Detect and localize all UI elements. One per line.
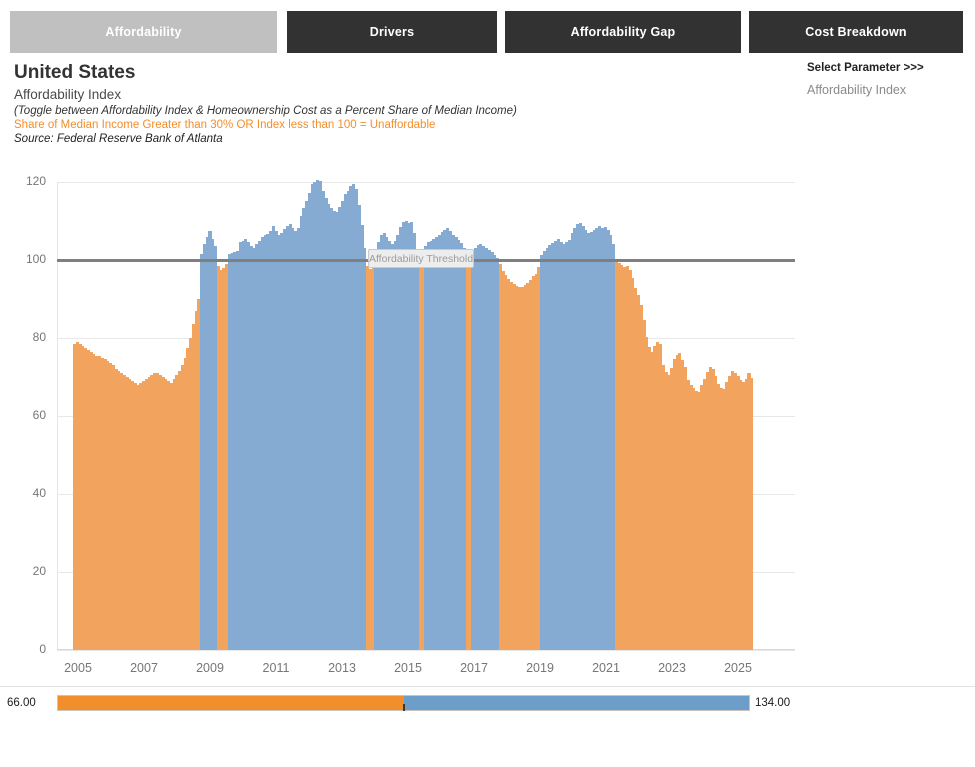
y-axis-line bbox=[57, 182, 58, 650]
x-tick-label: 2013 bbox=[320, 661, 364, 675]
legend-divider bbox=[0, 686, 975, 687]
y-tick-label: 80 bbox=[8, 330, 46, 344]
legend-midpoint-tick bbox=[403, 704, 405, 711]
tab-drivers[interactable]: Drivers bbox=[287, 11, 497, 53]
tab-label: Cost Breakdown bbox=[805, 25, 906, 39]
x-tick-label: 2025 bbox=[716, 661, 760, 675]
affordability-chart: Affordability Threshold bbox=[57, 182, 795, 650]
x-tick-label: 2011 bbox=[254, 661, 298, 675]
x-tick-label: 2017 bbox=[452, 661, 496, 675]
tab-cost-breakdown[interactable]: Cost Breakdown bbox=[749, 11, 963, 53]
parameter-value-dropdown[interactable]: Affordability Index bbox=[807, 83, 967, 97]
tab-label: Affordability Gap bbox=[571, 25, 676, 39]
parameter-panel: Select Parameter >>> Affordability Index bbox=[807, 62, 967, 97]
legend-min-value: 66.00 bbox=[7, 697, 36, 709]
y-tick-label: 60 bbox=[8, 408, 46, 422]
tab-affordability-gap[interactable]: Affordability Gap bbox=[505, 11, 741, 53]
threshold-tooltip: Affordability Threshold bbox=[368, 249, 474, 268]
x-tick-label: 2019 bbox=[518, 661, 562, 675]
source-note: Source: Federal Reserve Bank of Atlanta bbox=[14, 133, 614, 145]
legend-high-segment bbox=[404, 696, 750, 710]
x-tick-label: 2005 bbox=[56, 661, 100, 675]
x-tick-label: 2015 bbox=[386, 661, 430, 675]
y-tick-label: 120 bbox=[8, 174, 46, 188]
toggle-note: (Toggle between Affordability Index & Ho… bbox=[14, 105, 614, 117]
legend-low-segment bbox=[58, 696, 404, 710]
y-tick-label: 0 bbox=[8, 642, 46, 656]
x-tick-label: 2021 bbox=[584, 661, 628, 675]
tab-label: Drivers bbox=[370, 25, 415, 39]
page-title: United States bbox=[14, 62, 614, 84]
chart-subtitle: Affordability Index bbox=[14, 87, 614, 102]
bar[interactable] bbox=[750, 378, 753, 650]
tab-label: Affordability bbox=[105, 25, 181, 39]
unaffordable-note: Share of Median Income Greater than 30% … bbox=[14, 119, 614, 131]
select-parameter-label: Select Parameter >>> bbox=[807, 62, 967, 74]
legend-max-value: 134.00 bbox=[755, 697, 790, 709]
x-tick-label: 2009 bbox=[188, 661, 232, 675]
threshold-tooltip-label: Affordability Threshold bbox=[369, 253, 473, 265]
x-tick-label: 2007 bbox=[122, 661, 166, 675]
tab-affordability[interactable]: Affordability bbox=[10, 11, 277, 53]
x-tick-label: 2023 bbox=[650, 661, 694, 675]
chart-header: United States Affordability Index (Toggl… bbox=[14, 62, 614, 145]
y-tick-label: 20 bbox=[8, 564, 46, 578]
y-tick-label: 100 bbox=[8, 252, 46, 266]
y-tick-label: 40 bbox=[8, 486, 46, 500]
